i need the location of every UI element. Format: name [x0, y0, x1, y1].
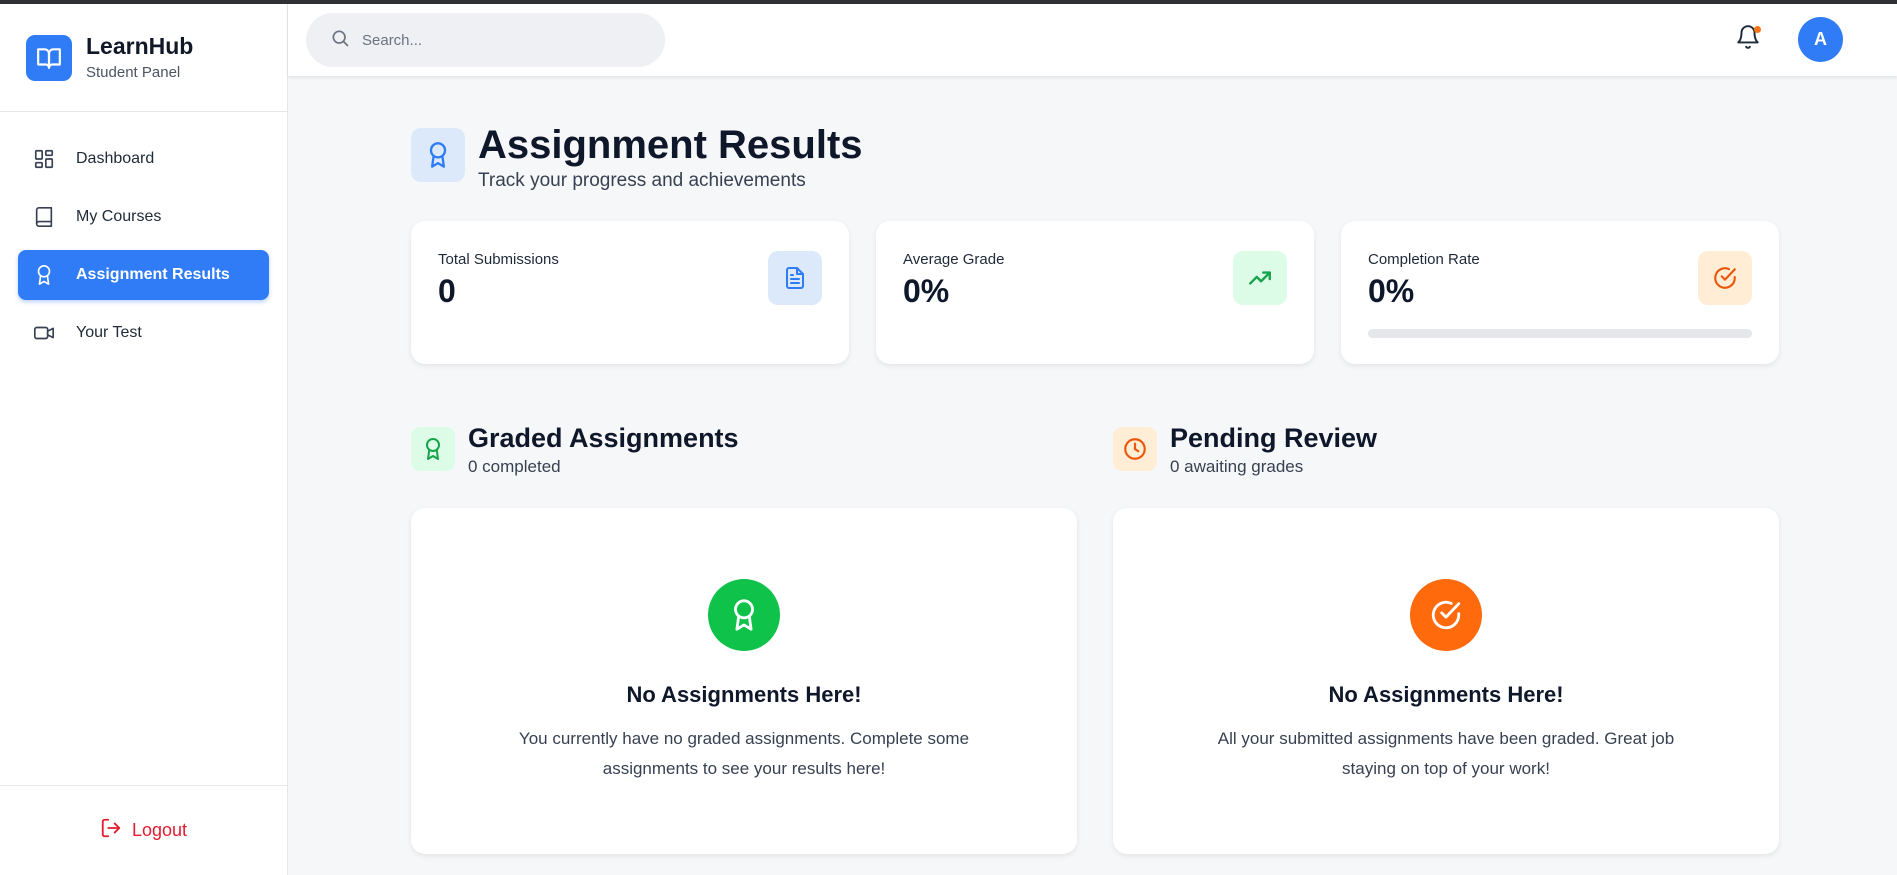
avatar[interactable]: A — [1798, 17, 1843, 62]
section-subtitle: 0 completed — [468, 457, 561, 476]
stat-card-completion-rate: Completion Rate 0% — [1341, 221, 1779, 364]
stat-label: Average Grade — [903, 251, 1005, 268]
sidebar-item-label: My Courses — [76, 208, 162, 225]
sidebar-item-your-test[interactable]: Your Test — [18, 308, 269, 358]
page-header: Assignment Results Track your progress a… — [411, 122, 863, 192]
stat-value: 0% — [903, 273, 950, 309]
search-bar[interactable] — [306, 13, 665, 67]
app-subtitle: Student Panel — [86, 64, 181, 81]
brand: LearnHub Student Panel — [0, 4, 287, 112]
clock-icon — [1113, 427, 1157, 471]
empty-state-title: No Assignments Here! — [626, 682, 862, 707]
top-bar: A — [288, 4, 1897, 76]
logout-icon — [100, 817, 122, 844]
stat-label: Total Submissions — [438, 251, 559, 268]
section-subtitle: 0 awaiting grades — [1170, 457, 1304, 476]
search-icon — [330, 28, 350, 53]
empty-state-title: No Assignments Here! — [1328, 682, 1564, 707]
check-circle-icon — [1410, 579, 1482, 651]
sidebar-item-label: Assignment Results — [76, 266, 230, 283]
completion-progress-bar — [1368, 329, 1752, 338]
logout-label: Logout — [131, 820, 188, 840]
search-input[interactable] — [362, 31, 622, 49]
stat-card-total-submissions: Total Submissions 0 — [411, 221, 849, 364]
document-icon — [768, 251, 822, 305]
stat-value: 0 — [438, 273, 456, 309]
dashboard-icon — [32, 147, 56, 171]
stat-label: Completion Rate — [1368, 251, 1480, 268]
sidebar-item-my-courses[interactable]: My Courses — [18, 192, 269, 242]
app-name: LearnHub — [86, 33, 194, 59]
graded-section-header: Graded Assignments 0 completed — [411, 422, 739, 477]
graded-empty-state: No Assignments Here! You currently have … — [411, 508, 1077, 854]
logout-button[interactable]: Logout — [100, 817, 187, 844]
award-icon — [708, 579, 780, 651]
open-book-icon — [26, 34, 72, 81]
stat-card-average-grade: Average Grade 0% — [876, 221, 1314, 364]
notification-dot — [1754, 26, 1761, 33]
section-title: Pending Review — [1170, 423, 1378, 453]
pending-empty-state: No Assignments Here! All your submitted … — [1113, 508, 1779, 854]
award-icon — [411, 427, 455, 471]
notifications-button[interactable] — [1735, 24, 1763, 52]
check-circle-icon — [1698, 251, 1752, 305]
sidebar-nav: Dashboard My Courses Assignment Results — [0, 112, 287, 358]
page-subtitle: Track your progress and achievements — [478, 170, 806, 191]
sidebar: LearnHub Student Panel Dashboard My Cour… — [0, 4, 288, 875]
trending-up-icon — [1233, 251, 1287, 305]
book-icon — [32, 205, 56, 229]
section-title: Graded Assignments — [468, 423, 739, 453]
bell-icon — [1735, 25, 1761, 54]
page-title: Assignment Results — [478, 123, 863, 167]
sidebar-item-dashboard[interactable]: Dashboard — [18, 134, 269, 184]
sidebar-item-label: Dashboard — [76, 150, 155, 167]
award-icon — [411, 128, 465, 182]
sidebar-footer: Logout — [0, 785, 287, 875]
stat-value: 0% — [1368, 273, 1415, 309]
sidebar-item-label: Your Test — [76, 324, 142, 341]
video-icon — [32, 321, 56, 345]
empty-state-text: All your submitted assignments have been… — [1217, 729, 1675, 778]
empty-state-text: You currently have no graded assignments… — [518, 729, 970, 778]
sidebar-item-assignment-results[interactable]: Assignment Results — [18, 250, 269, 300]
pending-section-header: Pending Review 0 awaiting grades — [1113, 422, 1377, 477]
award-icon — [32, 263, 56, 287]
